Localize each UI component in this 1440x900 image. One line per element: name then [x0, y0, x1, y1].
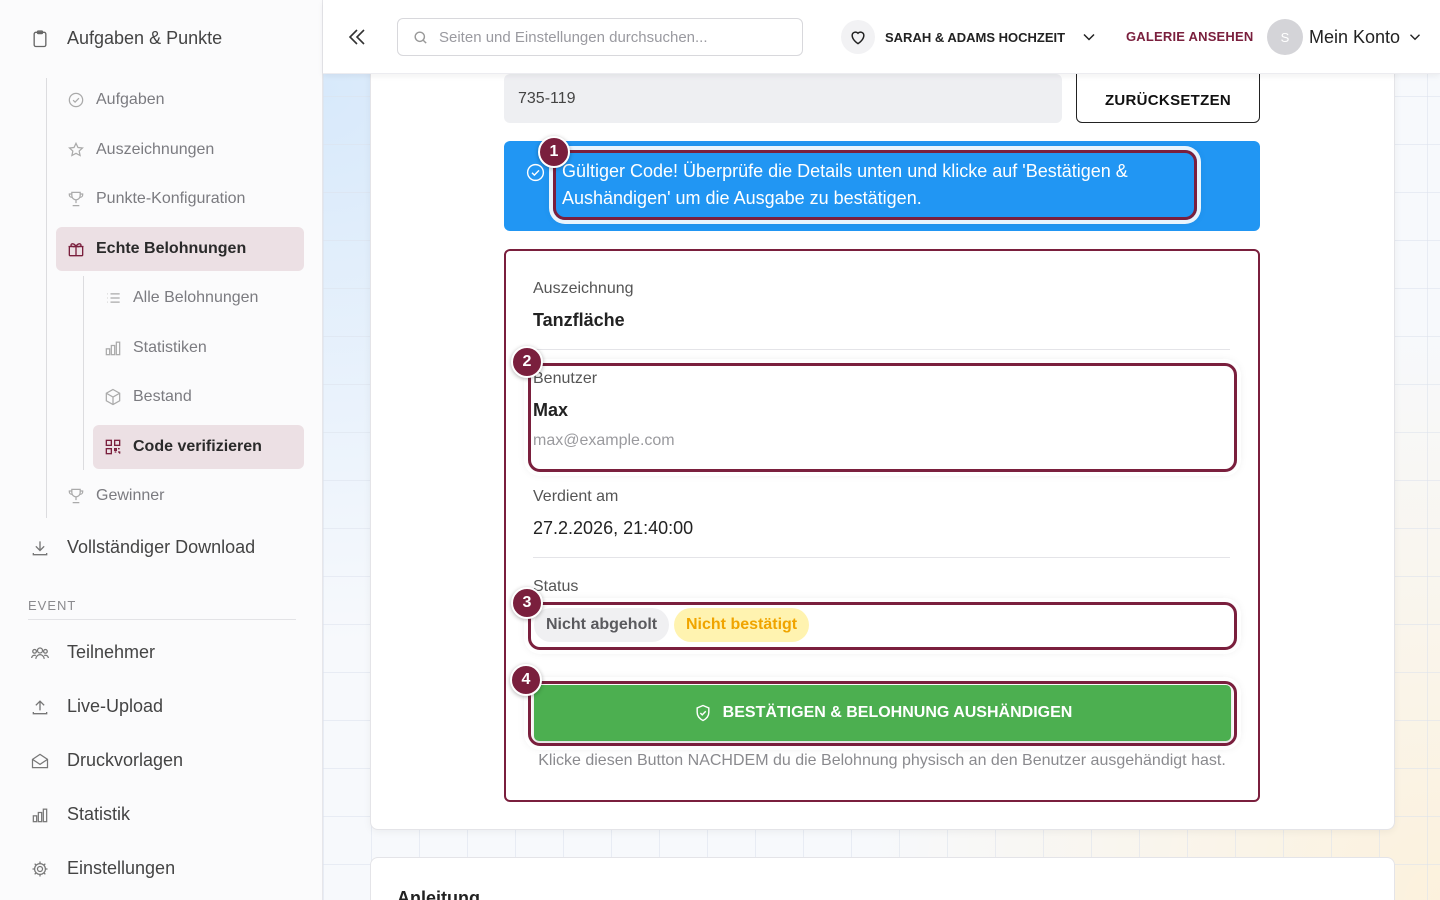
status-badge-not-collected: Nicht abgeholt: [534, 608, 670, 642]
sidebar-item-tasks[interactable]: Aufgaben: [56, 78, 304, 122]
search-input[interactable]: [439, 28, 779, 46]
step-badge-4: 4: [510, 664, 542, 696]
sidebar-item-live-upload[interactable]: Live-Upload: [30, 696, 163, 717]
sidebar-item-print-templates[interactable]: Druckvorlagen: [30, 750, 183, 771]
alert-message: Gültiger Code! Überprüfe die Details unt…: [562, 161, 1128, 208]
earned-label: Verdient am: [533, 488, 619, 505]
code-input[interactable]: 735-119: [504, 74, 1062, 123]
sidebar-item-statistics-main[interactable]: Statistik: [30, 804, 130, 825]
sidebar-item-points-config[interactable]: Punkte-Konfiguration: [56, 177, 304, 221]
check-circle-icon: [66, 90, 86, 110]
sidebar-item-label: Alle Belohnungen: [133, 289, 259, 306]
list-icon: [103, 288, 123, 308]
event-name: SARAH & ADAMS HOCHZEIT: [885, 29, 1066, 45]
search-box[interactable]: [397, 18, 803, 56]
chevron-down-icon: [1079, 27, 1099, 47]
instructions-title: Anleitung: [397, 888, 480, 900]
chevron-down-icon: [1406, 28, 1424, 46]
check-circle-icon: [525, 162, 546, 183]
collapse-sidebar-icon[interactable]: [345, 25, 369, 49]
sidebar-item-label: Punkte-Konfiguration: [96, 190, 246, 207]
section-label-event: EVENT: [28, 598, 77, 613]
account-menu[interactable]: S Mein Konto: [1267, 19, 1424, 55]
sidebar-item-label: Echte Belohnungen: [96, 240, 247, 257]
download-icon: [30, 538, 50, 558]
sidebar-item-settings[interactable]: Einstellungen: [30, 858, 175, 879]
instructions-card: [370, 857, 1395, 900]
sidebar: Aufgaben & Punkte Aufgaben Auszeichnunge…: [0, 0, 323, 900]
heart-icon: [841, 20, 875, 54]
sidebar-item-label: Code verifizieren: [133, 438, 262, 455]
user-name: Max: [533, 400, 569, 420]
sidebar-item-awards[interactable]: Auszeichnungen: [56, 128, 304, 172]
divider: [533, 557, 1230, 558]
sidebar-item-full-download[interactable]: Vollständiger Download: [30, 537, 255, 558]
divider: [533, 349, 1230, 350]
sidebar-item-label: Gewinner: [96, 487, 165, 504]
view-gallery-link[interactable]: GALERIE ANSEHEN: [1126, 29, 1253, 44]
tree-line: [46, 78, 47, 518]
envelope-icon: [30, 751, 50, 771]
sidebar-item-label: Druckvorlagen: [67, 750, 184, 770]
trophy-icon: [66, 486, 86, 506]
sidebar-item-label: Vollständiger Download: [67, 537, 256, 557]
users-icon: [30, 643, 50, 663]
sidebar-item-verify-code[interactable]: Code verifizieren: [93, 425, 304, 469]
user-email: max@example.com: [533, 432, 675, 449]
confirm-button-label: BESTÄTIGEN & BELOHNUNG AUSHÄNDIGEN: [722, 704, 1073, 721]
sidebar-item-label: Bestand: [133, 388, 192, 405]
step-badge-3: 3: [511, 587, 543, 619]
search-icon: [412, 29, 429, 46]
gear-icon: [30, 859, 50, 879]
star-icon: [66, 140, 86, 160]
confirm-hint: Klicke diesen Button NACHDEM du die Belo…: [538, 752, 1226, 769]
confirm-handover-button[interactable]: BESTÄTIGEN & BELOHNUNG AUSHÄNDIGEN: [534, 685, 1231, 741]
award-label: Auszeichnung: [533, 280, 634, 297]
clipboard-icon: [30, 29, 50, 49]
account-label: Mein Konto: [1309, 26, 1401, 47]
earned-value: 27.2.2026, 21:40:00: [533, 518, 694, 538]
qr-code-icon: [103, 437, 123, 457]
sidebar-item-statistics[interactable]: Statistiken: [93, 326, 304, 370]
sidebar-item-label: Teilnehmer: [67, 642, 156, 662]
upload-icon: [30, 697, 50, 717]
award-value: Tanzfläche: [533, 310, 625, 330]
step-badge-1: 1: [538, 136, 570, 168]
sidebar-item-label: Aufgaben & Punkte: [67, 28, 223, 48]
sidebar-item-participants[interactable]: Teilnehmer: [30, 642, 155, 663]
sidebar-item-label: Statistiken: [133, 339, 207, 356]
sidebar-item-label: Statistik: [67, 804, 131, 824]
sidebar-item-label: Einstellungen: [67, 858, 176, 878]
sidebar-item-label: Live-Upload: [67, 696, 164, 716]
shield-check-icon: [693, 703, 713, 723]
bar-chart-icon: [30, 805, 50, 825]
reset-button[interactable]: ZURÜCKSETZEN: [1076, 66, 1260, 123]
status-badge-not-confirmed: Nicht bestätigt: [674, 608, 810, 642]
sidebar-item-real-rewards[interactable]: Echte Belohnungen: [56, 227, 304, 271]
section-divider: [28, 619, 296, 620]
avatar: S: [1267, 19, 1303, 55]
step-badge-2: 2: [511, 346, 543, 378]
top-header: SARAH & ADAMS HOCHZEIT GALERIE ANSEHEN S…: [323, 0, 1440, 74]
sidebar-item-label: Aufgaben: [96, 91, 165, 108]
tree-line: [83, 276, 84, 470]
sidebar-item-winners[interactable]: Gewinner: [56, 474, 304, 518]
sidebar-item-all-rewards[interactable]: Alle Belohnungen: [93, 276, 304, 320]
trophy-icon: [66, 189, 86, 209]
event-selector[interactable]: SARAH & ADAMS HOCHZEIT: [841, 20, 1099, 54]
box-icon: [103, 387, 123, 407]
user-label: Benutzer: [533, 370, 598, 387]
sidebar-item-label: Auszeichnungen: [96, 141, 215, 158]
bar-chart-icon: [103, 338, 123, 358]
gift-icon: [66, 239, 86, 259]
sidebar-item-tasks-points[interactable]: Aufgaben & Punkte: [30, 28, 222, 49]
sidebar-item-inventory[interactable]: Bestand: [93, 375, 304, 419]
